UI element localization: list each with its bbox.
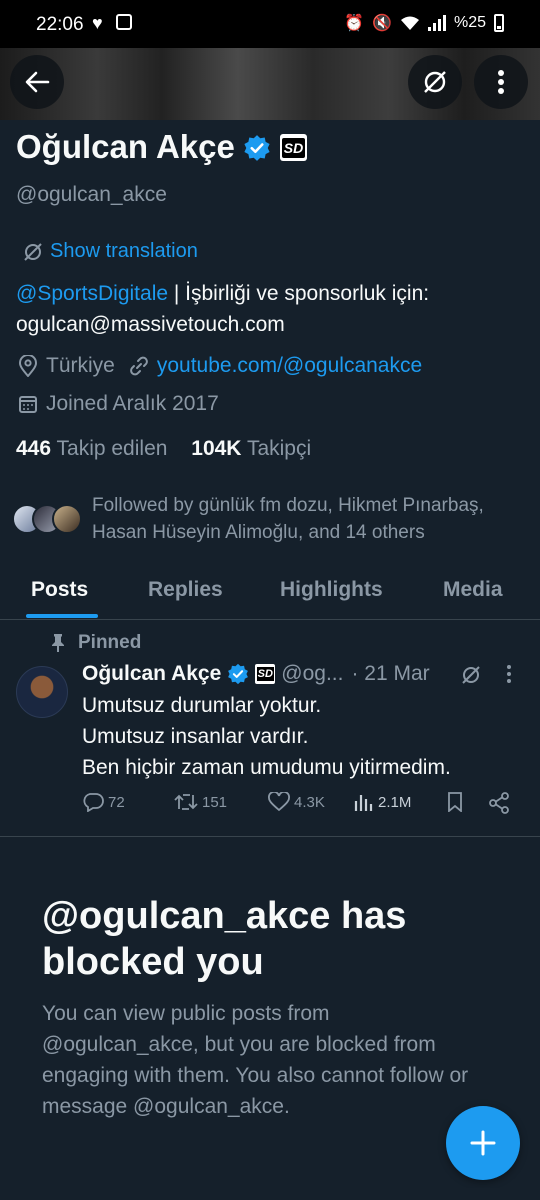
- signal-icon: [427, 15, 446, 31]
- vertical-dots-icon: [498, 70, 504, 94]
- calendar-icon: [19, 396, 37, 413]
- profile-joined-row: Joined Aralık 2017: [18, 392, 219, 416]
- affiliate-badge: SD: [255, 664, 276, 684]
- arrow-left-icon: [25, 71, 50, 93]
- plus-icon: [470, 1130, 496, 1156]
- profile-meta-row: Türkiye youtube.com/@ogulcanakce: [18, 354, 422, 378]
- pinned-label: Pinned: [78, 632, 142, 653]
- following-count: 446: [16, 437, 52, 460]
- verified-badge-icon: [244, 135, 270, 161]
- translate-button[interactable]: [408, 55, 462, 109]
- post-header: Oğulcan Akçe SD @og... · 21 Mar: [82, 662, 430, 686]
- repost-button[interactable]: 151: [174, 792, 227, 812]
- translate-icon[interactable]: [460, 664, 482, 686]
- status-time: 22:06: [36, 14, 84, 35]
- notification-box-icon: [116, 14, 132, 30]
- profile-handle: @ogulcan_akce: [16, 183, 167, 206]
- view-count: 2.1M: [378, 793, 412, 811]
- profile-joined-date: Joined Aralık 2017: [46, 392, 219, 415]
- bookmark-button[interactable]: [446, 792, 464, 812]
- following-link[interactable]: 446 Takip edilen: [16, 437, 167, 460]
- battery-percent: %25: [453, 14, 486, 31]
- profile-display-name: Oğulcan Akçe: [16, 128, 235, 165]
- views-button[interactable]: 2.1M: [354, 792, 411, 812]
- share-button[interactable]: [488, 792, 510, 814]
- translate-icon: [424, 71, 446, 93]
- post-author-avatar[interactable]: [16, 666, 68, 718]
- post-text-line: Umutsuz durumlar yoktur.: [82, 694, 322, 717]
- affiliate-badge-label: SD: [256, 667, 274, 681]
- follower-avatar: [52, 504, 82, 534]
- blocked-notice-title: @ogulcan_akce has blocked you: [42, 895, 407, 983]
- blocked-notice-text: You can view public posts from @ogulcan_…: [42, 1002, 469, 1118]
- tab-media[interactable]: Media: [443, 560, 503, 619]
- reply-count: 72: [108, 793, 125, 811]
- post-date: · 21 Mar: [351, 662, 430, 685]
- show-translation-row[interactable]: Show translation: [22, 240, 198, 263]
- alarm-icon: ⏰: [344, 15, 365, 32]
- bottom-edge: [0, 1188, 540, 1200]
- profile-tabs: Posts Replies Highlights Media: [0, 560, 540, 620]
- post-author-name[interactable]: Oğulcan Akçe: [82, 662, 221, 686]
- active-tab-indicator: [26, 614, 98, 618]
- followers-label: Takipçi: [246, 437, 312, 460]
- back-button[interactable]: [10, 55, 64, 109]
- divider: [0, 836, 540, 837]
- bookmark-icon: [448, 792, 462, 812]
- repost-icon: [174, 794, 198, 810]
- more-options-button[interactable]: [474, 55, 528, 109]
- status-icons: ⏰ 🔇 %25: [344, 13, 504, 33]
- following-label: Takip edilen: [56, 437, 168, 460]
- battery-icon: [494, 14, 504, 32]
- reply-icon: [83, 793, 104, 812]
- verified-badge-icon: [228, 663, 249, 685]
- followers-count: 104K: [191, 437, 242, 460]
- mute-icon: 🔇: [372, 15, 392, 32]
- post-actions: 72 151 4.3K 2.1M: [82, 792, 522, 818]
- followed-by-row[interactable]: Followed by günlük fm dozu, Hikmet Pınar…: [12, 492, 532, 546]
- pinned-label-row: Pinned: [50, 632, 141, 654]
- compose-post-button[interactable]: [446, 1106, 520, 1180]
- profile-location: Türkiye: [46, 354, 115, 377]
- heart-icon: [268, 792, 290, 812]
- followed-by-text: Followed by günlük fm dozu, Hikmet Pınar…: [92, 495, 484, 543]
- post-author-handle: @og...: [281, 662, 344, 685]
- status-bar: 22:06 ♥ ⏰ 🔇 %25: [0, 0, 540, 48]
- vertical-dots-icon: [507, 665, 511, 683]
- tab-highlights[interactable]: Highlights: [280, 560, 383, 619]
- post-text-line: Umutsuz insanlar vardır.: [82, 725, 309, 748]
- tab-posts[interactable]: Posts: [31, 560, 88, 619]
- post-text[interactable]: Umutsuz durumlar yoktur. Umutsuz insanla…: [82, 690, 522, 783]
- bio-mention-link[interactable]: @SportsDigitale: [16, 282, 168, 305]
- pin-icon: [52, 634, 64, 652]
- repost-count: 151: [202, 793, 228, 811]
- like-count: 4.3K: [294, 793, 325, 811]
- profile-bio: @SportsDigitale | İşbirliği ve sponsorlu…: [16, 278, 526, 340]
- heart-icon: ♥: [92, 13, 103, 33]
- reply-button[interactable]: 72: [82, 792, 125, 812]
- tab-replies[interactable]: Replies: [148, 560, 223, 619]
- affiliate-badge-label: SD: [281, 137, 306, 158]
- follow-stats: 446 Takip edilen 104K Takipçi: [16, 437, 311, 461]
- followers-link[interactable]: 104K Takipçi: [191, 437, 311, 460]
- followed-by-avatars: [12, 504, 82, 534]
- post-text-line: Ben hiçbir zaman umudumu yitirmedim.: [82, 756, 451, 779]
- location-pin-icon: [18, 355, 38, 377]
- profile-website-link[interactable]: youtube.com/@ogulcanakce: [157, 354, 422, 378]
- show-translation-link[interactable]: Show translation: [50, 240, 198, 263]
- share-icon: [489, 792, 509, 814]
- link-icon: [129, 356, 148, 376]
- analytics-icon: [354, 795, 373, 811]
- wifi-icon: [400, 16, 419, 30]
- post-more-button[interactable]: [506, 664, 512, 688]
- affiliate-badge[interactable]: SD: [280, 134, 307, 161]
- like-button[interactable]: 4.3K: [268, 792, 325, 812]
- translate-icon: [24, 242, 42, 261]
